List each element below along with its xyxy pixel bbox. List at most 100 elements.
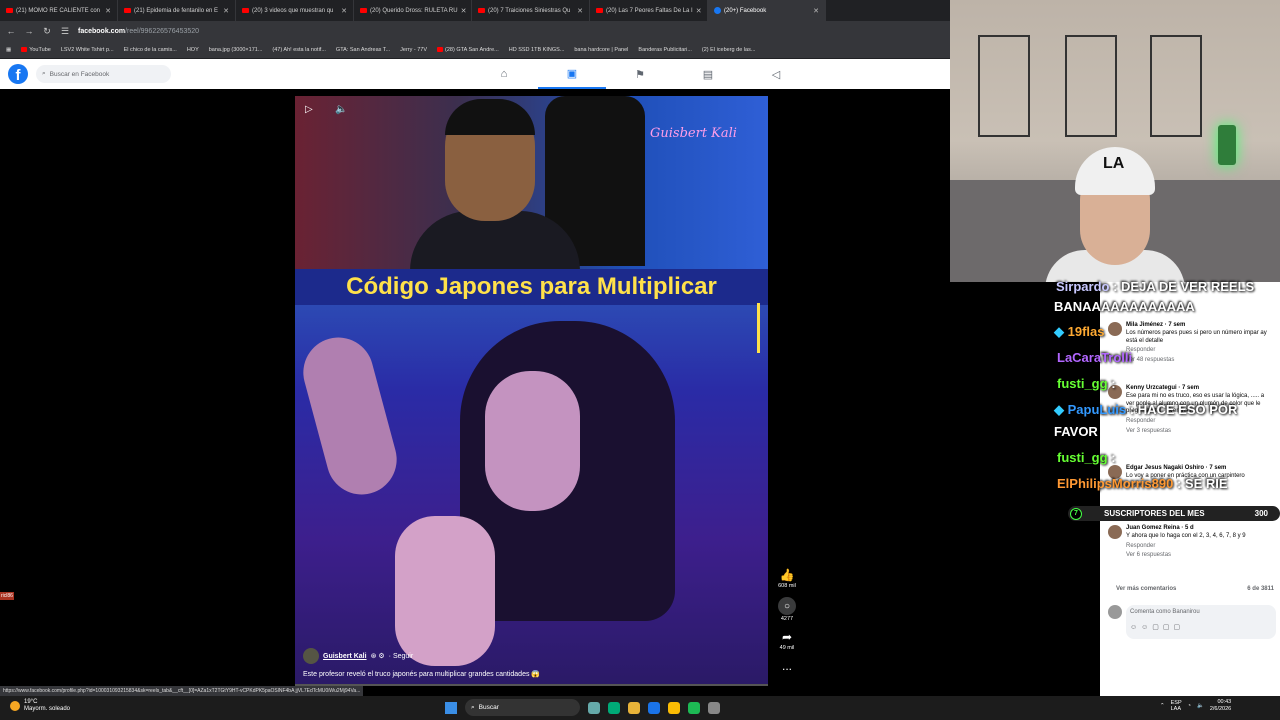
more-comments-link[interactable]: Ver más comentarios <box>1116 586 1176 592</box>
wifi-icon[interactable]: ◔ <box>1188 703 1191 709</box>
volume-icon[interactable]: 🔈 <box>1197 703 1204 709</box>
chat-message: BANAAAAAAAAAAAA <box>1054 299 1195 314</box>
verified-icon: ⊛ ⚙ <box>370 653 385 660</box>
bookmark[interactable]: LSV2 White Tshirt p... <box>61 47 114 53</box>
subs-badge: 7 <box>1070 507 1082 520</box>
task-view-icon[interactable] <box>588 701 600 714</box>
reel-video[interactable]: Guisbert Kali ▷ 🔈 Código Japones para Mu… <box>295 96 768 686</box>
badge-icon: ◆ <box>1054 324 1064 339</box>
avatar[interactable] <box>1108 322 1122 336</box>
author-name[interactable]: Guisbert Kali <box>323 653 367 660</box>
neon-sign: Guisbert Kali <box>650 126 737 141</box>
clock[interactable]: 00:43 2/6/2026 <box>1210 699 1231 713</box>
search-input[interactable]: ⌕ Buscar en Facebook <box>36 65 171 83</box>
marketplace-icon[interactable]: ▤ <box>674 59 742 89</box>
forward-icon[interactable]: → <box>24 26 34 36</box>
folder-icon[interactable] <box>628 701 640 714</box>
chat-message: LaCaraTrolli <box>1057 350 1133 365</box>
lang-indicator[interactable]: ESP LAA <box>1171 700 1182 712</box>
bookmark[interactable]: HD SSD 1TB KINGS... <box>509 47 565 53</box>
comment-icon: ○ <box>778 597 796 615</box>
chat-message: fusti_gg : <box>1057 450 1116 465</box>
subscribers-bar: 7 SUSCRIPTORES DEL MES 300 <box>1068 506 1280 521</box>
video-title-band: Código Japones para Multiplicar <box>295 269 768 305</box>
follow-button[interactable]: · Seguir <box>389 653 414 660</box>
windows-icon[interactable] <box>445 701 457 714</box>
avatar[interactable] <box>1108 525 1122 539</box>
badge-icon: ◆ <box>1054 402 1064 417</box>
taskbar-apps: ⌕ Buscar <box>445 699 720 716</box>
edge-icon[interactable] <box>608 701 620 714</box>
bookmark[interactable]: El chico de la camis... <box>124 47 177 53</box>
browser-tab[interactable]: (20) Querido Dross: RULETA RU ✕ <box>354 0 472 21</box>
more-button[interactable]: ... <box>782 659 792 673</box>
bookmark[interactable]: bana hardcore | Panel <box>574 47 628 53</box>
facebook-logo[interactable]: f <box>8 64 28 84</box>
video-icon[interactable]: ▣ <box>538 59 606 89</box>
close-icon[interactable]: ✕ <box>341 7 347 15</box>
mail-icon[interactable] <box>648 701 660 714</box>
settings-icon[interactable] <box>708 701 720 714</box>
facebook-header: f ⌕ Buscar en Facebook ⌂ ▣ ⚑ ▤ ◁ <box>0 59 950 89</box>
close-icon[interactable]: ✕ <box>105 7 111 15</box>
comment-input[interactable]: Comenta como Bananirou ☺☺▢▢▢ <box>1126 605 1276 639</box>
like-button[interactable]: 👍 608 mil <box>778 568 796 589</box>
cap: LA <box>1075 147 1155 195</box>
search-icon: ⌕ <box>471 703 475 711</box>
browser-tab[interactable]: (20) Las 7 Peores Faltas De La I ✕ <box>590 0 708 21</box>
back-icon[interactable]: ← <box>6 26 16 36</box>
browser-tab[interactable]: (21) MOMO RE CALIENTE con ✕ <box>0 0 118 21</box>
browser-tab[interactable]: (20) 3 videos que muestran qu ✕ <box>236 0 354 21</box>
youtube-icon <box>596 8 603 13</box>
reel-author: Guisbert Kali ⊛ ⚙ · Seguir <box>303 648 413 664</box>
close-icon[interactable]: ✕ <box>577 7 583 15</box>
bookmark[interactable]: (47) Ah! esta la notif... <box>272 47 326 53</box>
close-icon[interactable]: ✕ <box>696 7 702 15</box>
weather-widget[interactable]: 19°C Mayorm. soleado <box>10 699 70 713</box>
browser-tab-active[interactable]: (20+) Facebook ✕ <box>708 0 826 21</box>
chat-message: ElPhilipsMorris890 : SE RIE <box>1057 476 1228 491</box>
chrome-icon[interactable] <box>668 701 680 714</box>
site-info-icon[interactable]: ☰ <box>60 26 70 37</box>
apps-icon[interactable]: ▦ <box>6 47 11 53</box>
more-comments: Ver más comentarios 6 de 3811 <box>1116 586 1274 592</box>
bookmark-folder[interactable]: HOY <box>187 47 199 53</box>
wall-poster <box>1065 35 1117 137</box>
bookmark[interactable]: YouTube <box>21 47 51 53</box>
bookmark[interactable]: (28) GTA San Andre... <box>437 47 499 53</box>
taskbar-search[interactable]: ⌕ Buscar <box>465 699 580 716</box>
emoji-icon[interactable]: ☺☺▢▢▢ <box>1130 623 1272 631</box>
video-progress[interactable] <box>295 684 768 686</box>
close-icon[interactable]: ✕ <box>461 7 467 15</box>
megaphone-icon[interactable]: ◁ <box>742 59 810 89</box>
bookmark[interactable]: (2) El iceberg de las... <box>702 47 756 53</box>
chat-message: fusti_gg : <box>1057 376 1116 391</box>
url-field[interactable]: facebook.com/reel/996226576453520 <box>78 28 199 35</box>
avatar[interactable] <box>303 648 319 664</box>
address-bar: ← → ↻ ☰ facebook.com/reel/99622657645352… <box>0 21 950 41</box>
volume-icon[interactable]: 🔈 <box>335 104 347 115</box>
browser-tab[interactable]: (20) 7 Traiciones Siniestras Qu ✕ <box>472 0 590 21</box>
play-icon[interactable]: ▷ <box>305 104 313 115</box>
taskbar: 19°C Mayorm. soleado ⌕ Buscar ⌃ ESP LAA ◔ 🔈… <box>0 696 1280 720</box>
chevron-up-icon[interactable]: ⌃ <box>1160 703 1165 709</box>
home-icon[interactable]: ⌂ <box>470 59 538 89</box>
chat-message: Sirpardo : DEJA DE VER REELS <box>1056 279 1255 294</box>
flag-icon[interactable]: ⚑ <box>606 59 674 89</box>
close-icon[interactable]: ✕ <box>223 7 229 15</box>
comment-button[interactable]: ○ 4277 <box>778 597 796 622</box>
close-icon[interactable]: ✕ <box>813 7 819 15</box>
browser-tab[interactable]: (21) Epidemia de fentanilo en E ✕ <box>118 0 236 21</box>
status-url: https://www.facebook.com/profile.php?id=… <box>0 686 364 696</box>
bookmark[interactable]: bana.jpg (3000×171... <box>209 47 263 53</box>
webcam-feed: LA <box>950 0 1280 282</box>
tab-strip: (21) MOMO RE CALIENTE con ✕ (21) Epidemia… <box>0 0 950 21</box>
bookmark[interactable]: Banderas Publicitari... <box>638 47 692 53</box>
spotify-icon[interactable] <box>688 701 700 714</box>
share-button[interactable]: ➦ 49 mil <box>780 630 795 651</box>
comments-count: 6 de 3811 <box>1247 586 1274 592</box>
reload-icon[interactable]: ↻ <box>42 26 52 37</box>
facebook-icon <box>714 7 721 14</box>
bookmark[interactable]: GTA: San Andreas T... <box>336 47 390 53</box>
bookmark[interactable]: Jerry - 77V <box>400 47 427 53</box>
